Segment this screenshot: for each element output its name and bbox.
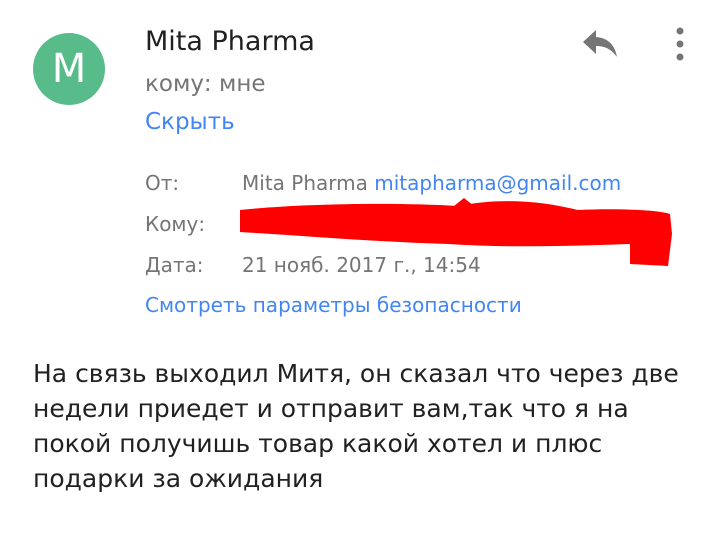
from-name: Mita Pharma — [242, 171, 368, 195]
security-settings-link[interactable]: Смотреть параметры безопасности — [145, 293, 522, 317]
recipient-summary: кому: мне — [145, 71, 266, 97]
reply-icon[interactable] — [580, 26, 620, 60]
hide-details-link[interactable]: Скрыть — [145, 109, 235, 135]
from-email-link[interactable]: mitapharma@gmail.com — [374, 171, 621, 195]
more-vert-icon[interactable] — [670, 26, 690, 62]
from-value: Mita Pharma mitapharma@gmail.com — [242, 171, 621, 195]
date-label: Дата: — [145, 253, 204, 277]
message-body: На связь выходил Митя, он сказал что чер… — [33, 359, 679, 493]
redaction-scribble — [240, 198, 672, 266]
avatar[interactable]: M — [33, 33, 105, 105]
avatar-letter: M — [51, 46, 87, 92]
sender-name: Mita Pharma — [145, 26, 315, 57]
from-label: От: — [145, 171, 180, 195]
to-label: Кому: — [145, 212, 206, 236]
